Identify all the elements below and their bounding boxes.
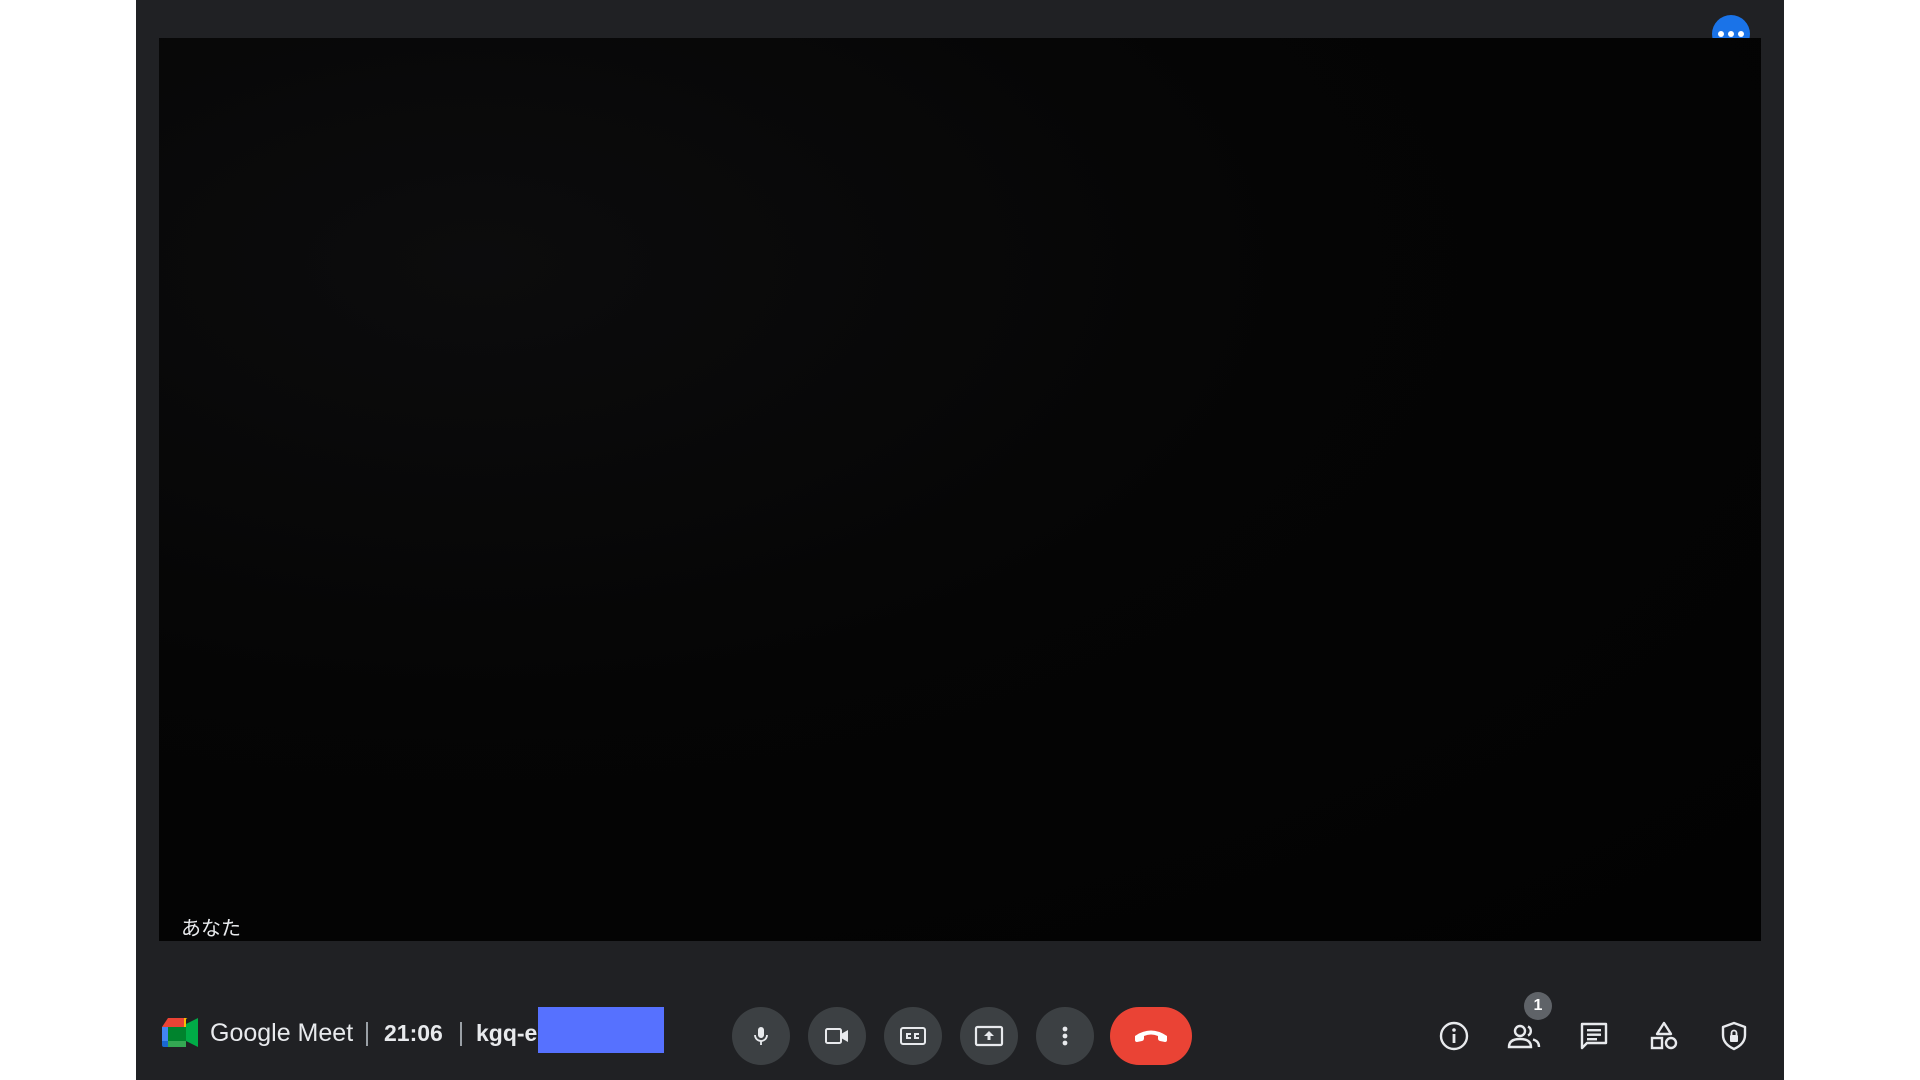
more-vert-icon <box>1062 1026 1068 1046</box>
meeting-time: 21:06 <box>384 1020 443 1046</box>
microphone-button[interactable] <box>732 1007 790 1065</box>
chat-button[interactable] <box>1572 1014 1616 1058</box>
activities-button[interactable] <box>1642 1014 1686 1058</box>
bottom-control-bar: Google Meet 21:06 kgq-e 1 <box>136 990 1784 1074</box>
microphone-icon <box>754 1027 768 1045</box>
more-horiz-icon <box>1718 31 1724 37</box>
closed-captions-icon <box>900 1027 926 1045</box>
shield-lock-icon <box>1721 1021 1747 1051</box>
chat-icon <box>1580 1022 1608 1050</box>
more-options-menu-button[interactable] <box>1036 1007 1094 1065</box>
host-controls-button[interactable] <box>1712 1014 1756 1058</box>
hang-up-icon <box>1135 1030 1167 1042</box>
divider <box>460 1022 462 1046</box>
video-camera-icon <box>825 1028 848 1044</box>
meeting-details-button[interactable] <box>1432 1014 1476 1058</box>
meeting-code[interactable]: kgq-e <box>476 1018 537 1048</box>
participant-name-label: あなた <box>181 916 241 940</box>
people-button[interactable] <box>1502 1014 1546 1058</box>
meet-window: あなた Google Meet 21:06 kgq-e 1 <box>136 0 1784 1080</box>
info-icon <box>1439 1021 1469 1051</box>
google-meet-logo-icon <box>162 1018 198 1047</box>
brand-name: Google Meet <box>210 1019 354 1047</box>
self-video-tile[interactable]: あなた <box>159 38 1761 941</box>
people-icon <box>1507 1024 1541 1049</box>
captions-button[interactable] <box>884 1007 942 1065</box>
present-screen-icon <box>974 1025 1004 1047</box>
leave-call-button[interactable] <box>1110 1007 1192 1065</box>
divider <box>366 1022 368 1046</box>
redaction-block <box>538 1007 664 1053</box>
camera-button[interactable] <box>808 1007 866 1065</box>
activities-icon <box>1650 1021 1678 1050</box>
participant-count-badge: 1 <box>1524 992 1552 1020</box>
present-screen-button[interactable] <box>960 1007 1018 1065</box>
